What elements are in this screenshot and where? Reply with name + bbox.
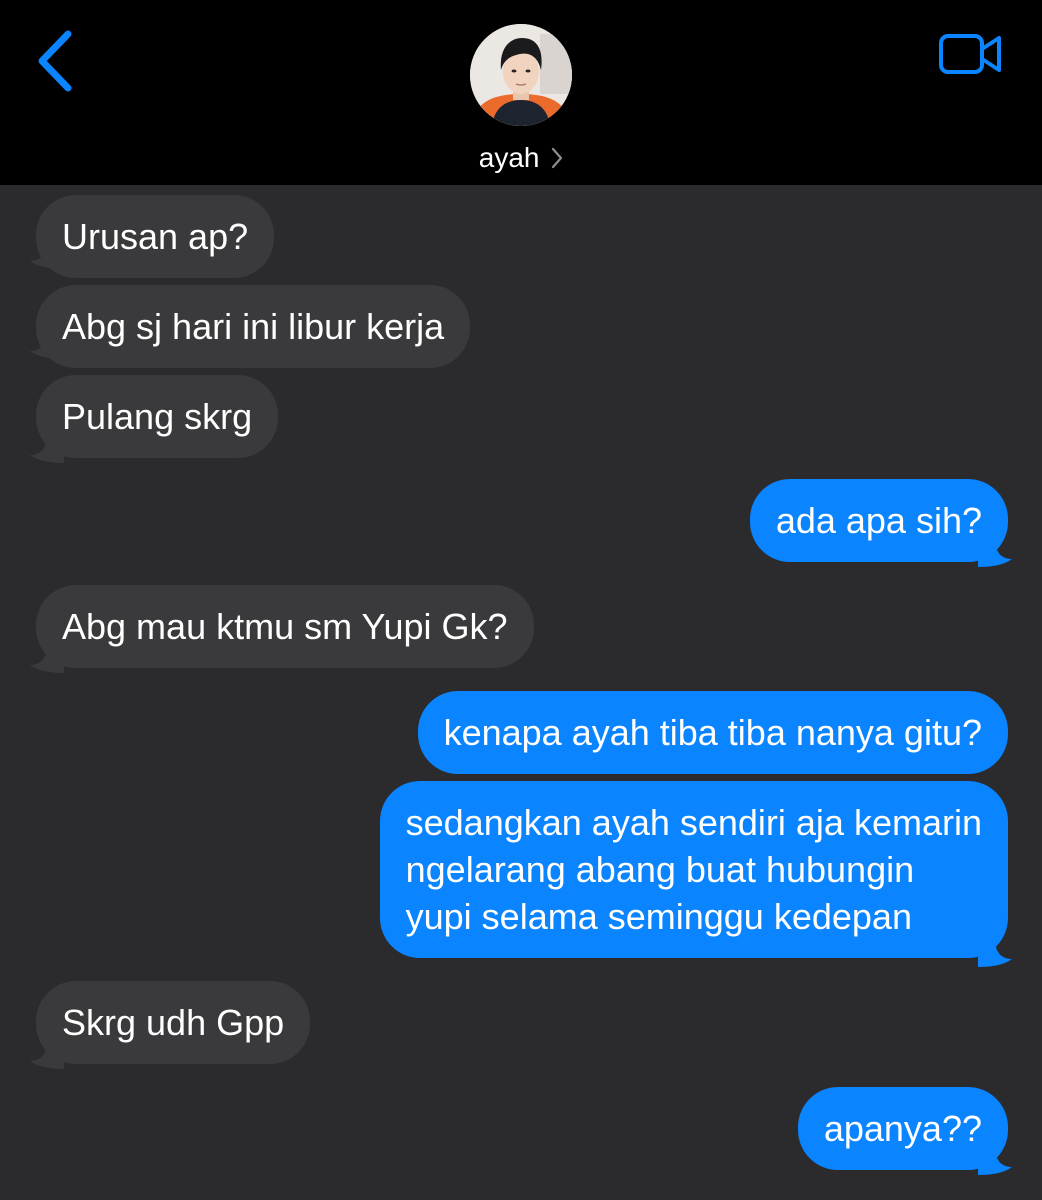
message-thread[interactable]: Urusan ap? Abg sj hari ini libur kerja P… bbox=[0, 185, 1042, 1200]
outgoing-message[interactable]: ada apa sih? bbox=[749, 479, 1008, 562]
message-text-line: yupi selama seminggu kedepan bbox=[405, 896, 912, 937]
chevron-left-icon bbox=[38, 30, 72, 92]
chevron-right-icon bbox=[552, 147, 563, 168]
message-text: kenapa ayah tiba tiba nanya gitu? bbox=[443, 712, 982, 753]
outgoing-message[interactable]: kenapa ayah tiba tiba nanya gitu? bbox=[417, 691, 1008, 774]
incoming-message[interactable]: Skrg udh Gpp bbox=[36, 981, 311, 1064]
back-button[interactable] bbox=[30, 28, 90, 94]
message-text: Abg sj hari ini libur kerja bbox=[62, 306, 445, 347]
message-text-line: sedangkan ayah sendiri aja kemarin bbox=[405, 802, 982, 843]
video-camera-icon bbox=[939, 34, 1001, 74]
contact-avatar[interactable] bbox=[470, 24, 572, 126]
conversation-header: ayah bbox=[0, 0, 1042, 185]
message-text: Pulang skrg bbox=[62, 396, 253, 437]
outgoing-message[interactable]: sedangkan ayah sendiri aja kemarin ngela… bbox=[379, 781, 1008, 958]
incoming-message[interactable]: Abg sj hari ini libur kerja bbox=[36, 285, 471, 368]
message-text: Skrg udh Gpp bbox=[62, 1002, 285, 1043]
message-text: Urusan ap? bbox=[62, 216, 249, 257]
message-text: ada apa sih? bbox=[775, 500, 982, 541]
contact-name: ayah bbox=[478, 142, 540, 173]
message-text-line: ngelarang abang buat hubungin bbox=[405, 849, 915, 890]
incoming-message[interactable]: Pulang skrg bbox=[36, 375, 279, 458]
facetime-video-button[interactable] bbox=[936, 30, 1006, 78]
message-text: apanya?? bbox=[823, 1108, 982, 1149]
avatar-photo bbox=[470, 24, 572, 126]
outgoing-message[interactable]: apanya?? bbox=[797, 1087, 1008, 1170]
incoming-message[interactable]: Abg mau ktmu sm Yupi Gk? bbox=[36, 585, 534, 668]
incoming-message[interactable]: Urusan ap? bbox=[36, 195, 275, 278]
contact-name-button[interactable]: ayah bbox=[0, 138, 1042, 178]
message-text: Abg mau ktmu sm Yupi Gk? bbox=[62, 606, 508, 647]
